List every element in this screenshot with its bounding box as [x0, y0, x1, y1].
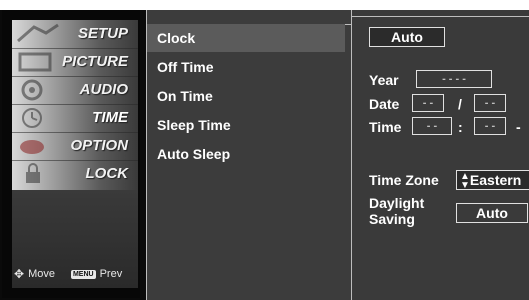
- setup-icon: [17, 23, 59, 43]
- up-down-arrow-icon: ▲ ▼: [460, 171, 470, 190]
- clock-icon: [22, 108, 42, 128]
- menu-item-picture[interactable]: PICTURE: [12, 48, 138, 76]
- year-field[interactable]: - - - -: [416, 70, 492, 88]
- time-label: Time: [369, 119, 402, 135]
- timezone-value: Eastern: [469, 172, 522, 188]
- prev-hint-label: Prev: [99, 268, 123, 280]
- tv-menu-screen: SETUP PICTURE AUDIO TIME OPTION LOCK ✥ M…: [0, 10, 529, 300]
- date-separator: /: [458, 96, 462, 112]
- audio-icon: [21, 79, 43, 101]
- daylight-saving-selector[interactable]: Auto: [456, 203, 528, 223]
- move-icon: ✥: [14, 267, 25, 281]
- timezone-label: Time Zone: [369, 172, 439, 188]
- menu-item-label: SETUP: [77, 25, 128, 42]
- clock-settings-panel: Auto Year - - - - Date - - / - - Time - …: [351, 10, 529, 300]
- submenu-item-off-time[interactable]: Off Time: [147, 53, 345, 81]
- sidebar-footer: ✥ Move MENU Prev: [14, 266, 136, 282]
- date-label: Date: [369, 96, 400, 112]
- time-minute-field[interactable]: - -: [474, 117, 506, 135]
- submenu-item-on-time[interactable]: On Time: [147, 82, 345, 110]
- daylight-saving-label: Daylight Saving: [369, 195, 424, 227]
- menu-item-label: OPTION: [70, 137, 128, 154]
- time-ampm-field[interactable]: -: [516, 119, 521, 135]
- menu-item-option[interactable]: OPTION: [12, 132, 138, 160]
- main-menu-list: SETUP PICTURE AUDIO TIME OPTION LOCK: [12, 20, 138, 190]
- option-icon: [20, 140, 44, 154]
- year-label: Year: [369, 72, 399, 88]
- lock-icon: [26, 163, 40, 183]
- time-separator: :: [458, 119, 463, 135]
- menu-item-label: LOCK: [85, 165, 129, 182]
- date-month-field[interactable]: - -: [412, 94, 444, 112]
- menu-item-time[interactable]: TIME: [12, 104, 138, 132]
- menu-key-icon: MENU: [70, 269, 96, 279]
- menu-item-setup[interactable]: SETUP: [12, 20, 138, 48]
- time-submenu: Clock Off Time On Time Sleep Time Auto S…: [146, 10, 351, 300]
- menu-item-lock[interactable]: LOCK: [12, 160, 138, 188]
- menu-item-label: AUDIO: [79, 81, 128, 98]
- menu-item-label: PICTURE: [62, 53, 128, 70]
- submenu-item-sleep-time[interactable]: Sleep Time: [147, 111, 345, 139]
- submenu-item-clock[interactable]: Clock: [147, 24, 345, 52]
- time-hour-field[interactable]: - -: [412, 117, 452, 135]
- move-hint-label: Move: [28, 268, 55, 280]
- submenu-item-auto-sleep[interactable]: Auto Sleep: [147, 140, 345, 168]
- clock-mode-selector[interactable]: Auto: [369, 27, 445, 47]
- menu-item-audio[interactable]: AUDIO: [12, 76, 138, 104]
- daylight-label-line2: Saving: [369, 211, 415, 227]
- picture-icon: [18, 52, 52, 72]
- timezone-selector[interactable]: ▲ ▼Eastern: [456, 170, 529, 190]
- daylight-label-line1: Daylight: [369, 195, 425, 211]
- main-menu-sidebar: SETUP PICTURE AUDIO TIME OPTION LOCK ✥ M…: [2, 10, 140, 298]
- date-day-field[interactable]: - -: [474, 94, 506, 112]
- menu-item-label: TIME: [92, 109, 128, 126]
